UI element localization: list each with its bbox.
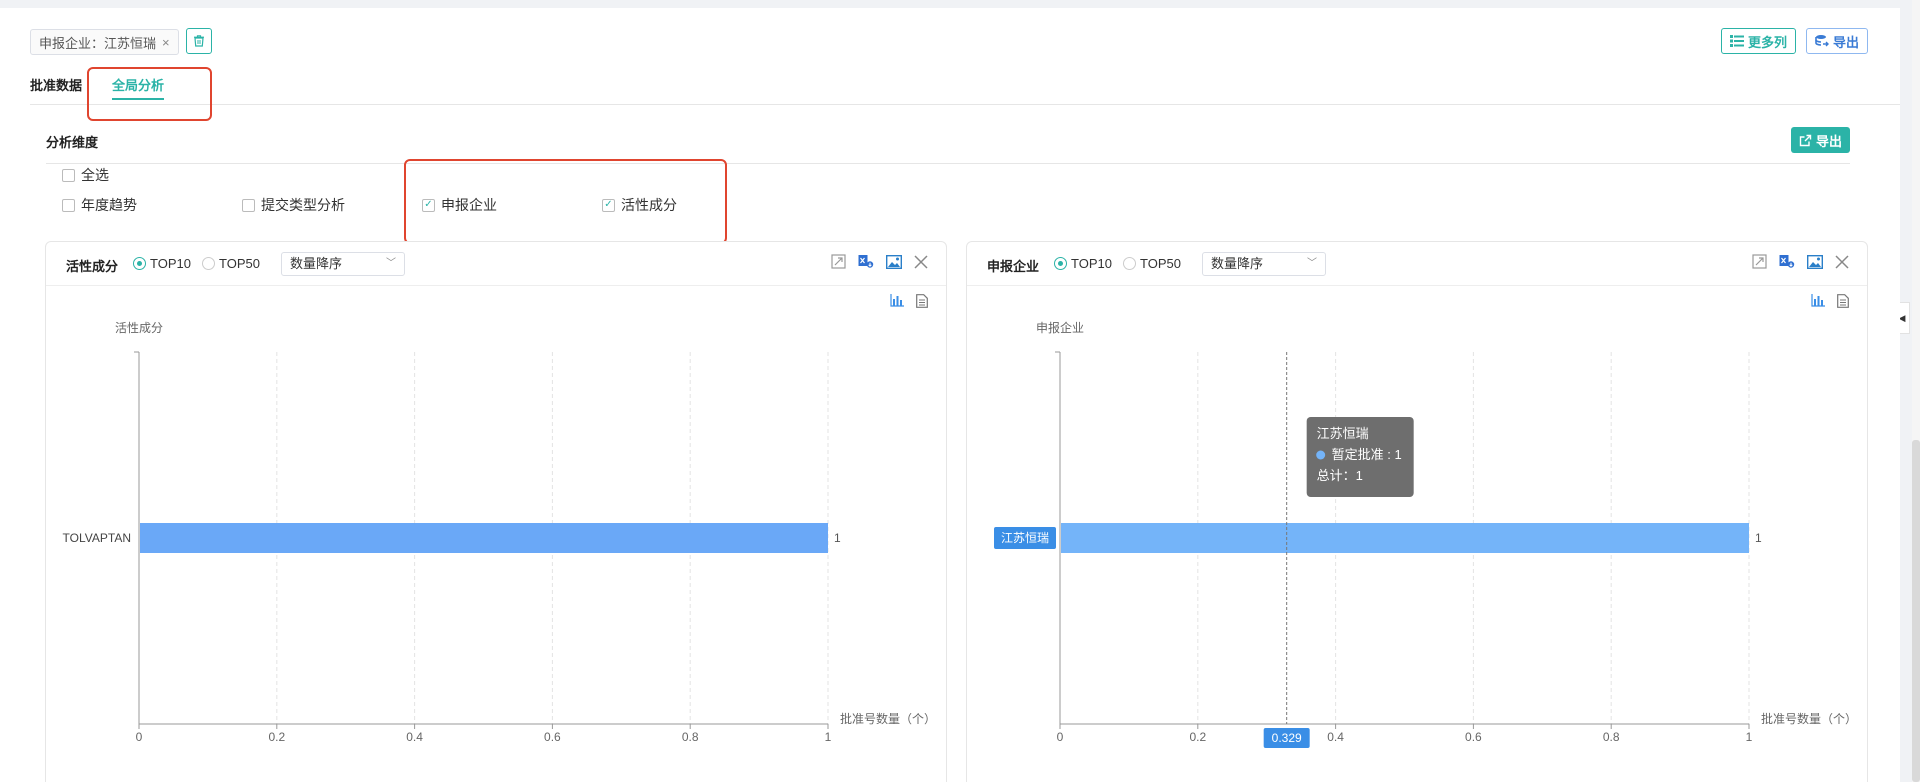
bar-chart-applicant-company: 申报企业 0 0.2 0.4 0.6 0.8 1 批准号数量（个） 1 江苏恒瑞 0.329 江苏恒瑞… — [994, 320, 1857, 748]
checkbox-box[interactable] — [62, 198, 75, 212]
radio-dot[interactable] — [1123, 257, 1136, 270]
chevron-down-icon: ﹀ — [1307, 258, 1317, 269]
radio-label: TOP10 — [150, 256, 191, 271]
category-label: TOLVAPTAN — [63, 531, 131, 545]
radio-label: TOP50 — [219, 256, 260, 271]
sort-select-value: 数量降序 — [1211, 256, 1264, 271]
x-tick-label: 0.8 — [1603, 730, 1620, 744]
more-columns-label: 更多列 — [1747, 34, 1787, 50]
checkbox-submission-type[interactable]: 提交类型分析 — [242, 195, 345, 215]
tab-annotation-box — [87, 67, 212, 121]
x-tick-label: 0.2 — [1189, 730, 1206, 744]
x-tick-label: 0 — [136, 730, 143, 744]
image-icon[interactable] — [1807, 254, 1823, 269]
trash-icon — [194, 35, 204, 47]
checkbox-annual-trend[interactable]: 年度趋势 — [62, 195, 137, 215]
x-axis-label: 批准号数量（个） — [1761, 711, 1857, 726]
radio-top50[interactable]: TOP50 — [202, 256, 260, 271]
tooltip-series-line: 暂定批准 : 1 — [1332, 447, 1402, 462]
database-export-icon — [1815, 35, 1829, 47]
export-top-label: 导出 — [1832, 34, 1859, 50]
external-link-icon — [1799, 134, 1812, 146]
x-tick-label: 0.2 — [268, 730, 285, 744]
sort-select-value: 数量降序 — [290, 256, 343, 271]
sort-select[interactable]: 数量降序 ﹀ — [281, 252, 405, 276]
chart-panel-active-ingredient: 活性成分 TOP10 TOP50 数量降序 ﹀ 活性成分 0 0.2 0.4 0… — [45, 241, 947, 782]
x-tick-label: 0.8 — [682, 730, 699, 744]
filter-tag-label: 申报企业：江苏恒瑞 — [39, 35, 157, 51]
x-tick-label: 0.6 — [1465, 730, 1482, 744]
radio-dot-selected[interactable] — [1054, 257, 1067, 270]
close-icon[interactable] — [1835, 254, 1849, 269]
page-scrollbar-thumb[interactable] — [1912, 440, 1920, 782]
fullscreen-icon[interactable] — [831, 254, 846, 269]
radio-top10[interactable]: TOP10 — [133, 256, 191, 271]
radio-dot[interactable] — [202, 257, 215, 270]
radio-label: TOP50 — [1140, 256, 1181, 271]
dimension-title: 分析维度 — [46, 135, 99, 150]
radio-dot-selected[interactable] — [133, 257, 146, 270]
checkbox-box[interactable] — [242, 198, 255, 212]
checkbox-box[interactable] — [62, 168, 75, 182]
tab-approval-data[interactable]: 批准数据 — [30, 72, 82, 100]
filter-tag-remove-icon[interactable]: × — [162, 35, 170, 50]
bar — [1061, 523, 1749, 553]
list-icon — [1729, 35, 1744, 47]
panel-header: 申报企业 TOP10 TOP50 数量降序 ﹀ — [967, 242, 1867, 286]
sort-select[interactable]: 数量降序 ﹀ — [1202, 252, 1326, 276]
close-icon[interactable] — [914, 254, 928, 269]
tooltip-total-line: 总计：1 — [1317, 468, 1363, 483]
filter-tag: 申报企业：江苏恒瑞 × — [30, 29, 179, 55]
chart-panel-applicant-company: 申报企业 TOP10 TOP50 数量降序 ﹀ 申报企业 0 0.2 0.4 0… — [966, 241, 1868, 782]
bar-value-label: 1 — [834, 531, 841, 545]
chevron-down-icon: ﹀ — [386, 258, 396, 269]
dimension-export-label: 导出 — [1815, 133, 1842, 149]
tabs-divider — [30, 104, 1900, 105]
checkbox-label: 提交类型分析 — [261, 197, 345, 213]
x-tick-label: 0.4 — [1327, 730, 1344, 744]
x-tick-label: 0.6 — [544, 730, 561, 744]
tooltip-series-dot — [1316, 450, 1326, 460]
dimension-divider — [46, 163, 1850, 164]
x-tick-label: 1 — [1746, 730, 1753, 744]
y-axis-label: 申报企业 — [1036, 320, 1084, 335]
clear-filters-button[interactable] — [186, 28, 212, 54]
axis-pointer-value: 0.329 — [1272, 731, 1302, 745]
bar — [140, 523, 828, 553]
panel-title: 申报企业 — [987, 259, 1040, 274]
tooltip-title: 江苏恒瑞 — [1317, 426, 1369, 441]
checkbox-annotation-box — [404, 159, 727, 244]
radio-label: TOP10 — [1071, 256, 1112, 271]
excel-icon[interactable] — [858, 254, 874, 269]
checkbox-label: 年度趋势 — [81, 197, 137, 213]
x-tick-label: 0.4 — [406, 730, 423, 744]
bar-chart-active-ingredient: 活性成分 0 0.2 0.4 0.6 0.8 1 批准号数量（个） 1 TOLVAPTAN — [63, 321, 936, 744]
panel-title: 活性成分 — [66, 259, 119, 274]
checkbox-select-all[interactable]: 全选 — [62, 165, 109, 185]
y-axis-label: 活性成分 — [115, 321, 163, 335]
checkbox-label: 全选 — [81, 167, 109, 183]
bar-value-label: 1 — [1755, 531, 1762, 545]
panel-header: 活性成分 TOP10 TOP50 数量降序 ﹀ — [46, 242, 946, 286]
x-tick-label: 1 — [825, 730, 832, 744]
image-icon[interactable] — [886, 254, 902, 269]
excel-icon[interactable] — [1779, 254, 1795, 269]
main-page: 申报企业：江苏恒瑞 × 更多列 导出 批准数据 全局分析 分析维度 导出 全选 … — [0, 8, 1900, 782]
fullscreen-icon[interactable] — [1752, 254, 1767, 269]
x-tick-label: 0 — [1057, 730, 1064, 744]
dimension-export-button[interactable]: 导出 — [1790, 127, 1850, 153]
radio-top50[interactable]: TOP50 — [1123, 256, 1181, 271]
category-label: 江苏恒瑞 — [1001, 531, 1049, 545]
x-axis-label: 批准号数量（个） — [840, 711, 936, 726]
more-columns-button[interactable]: 更多列 — [1720, 28, 1796, 54]
radio-top10[interactable]: TOP10 — [1054, 256, 1112, 271]
export-top-button[interactable]: 导出 — [1805, 28, 1868, 54]
